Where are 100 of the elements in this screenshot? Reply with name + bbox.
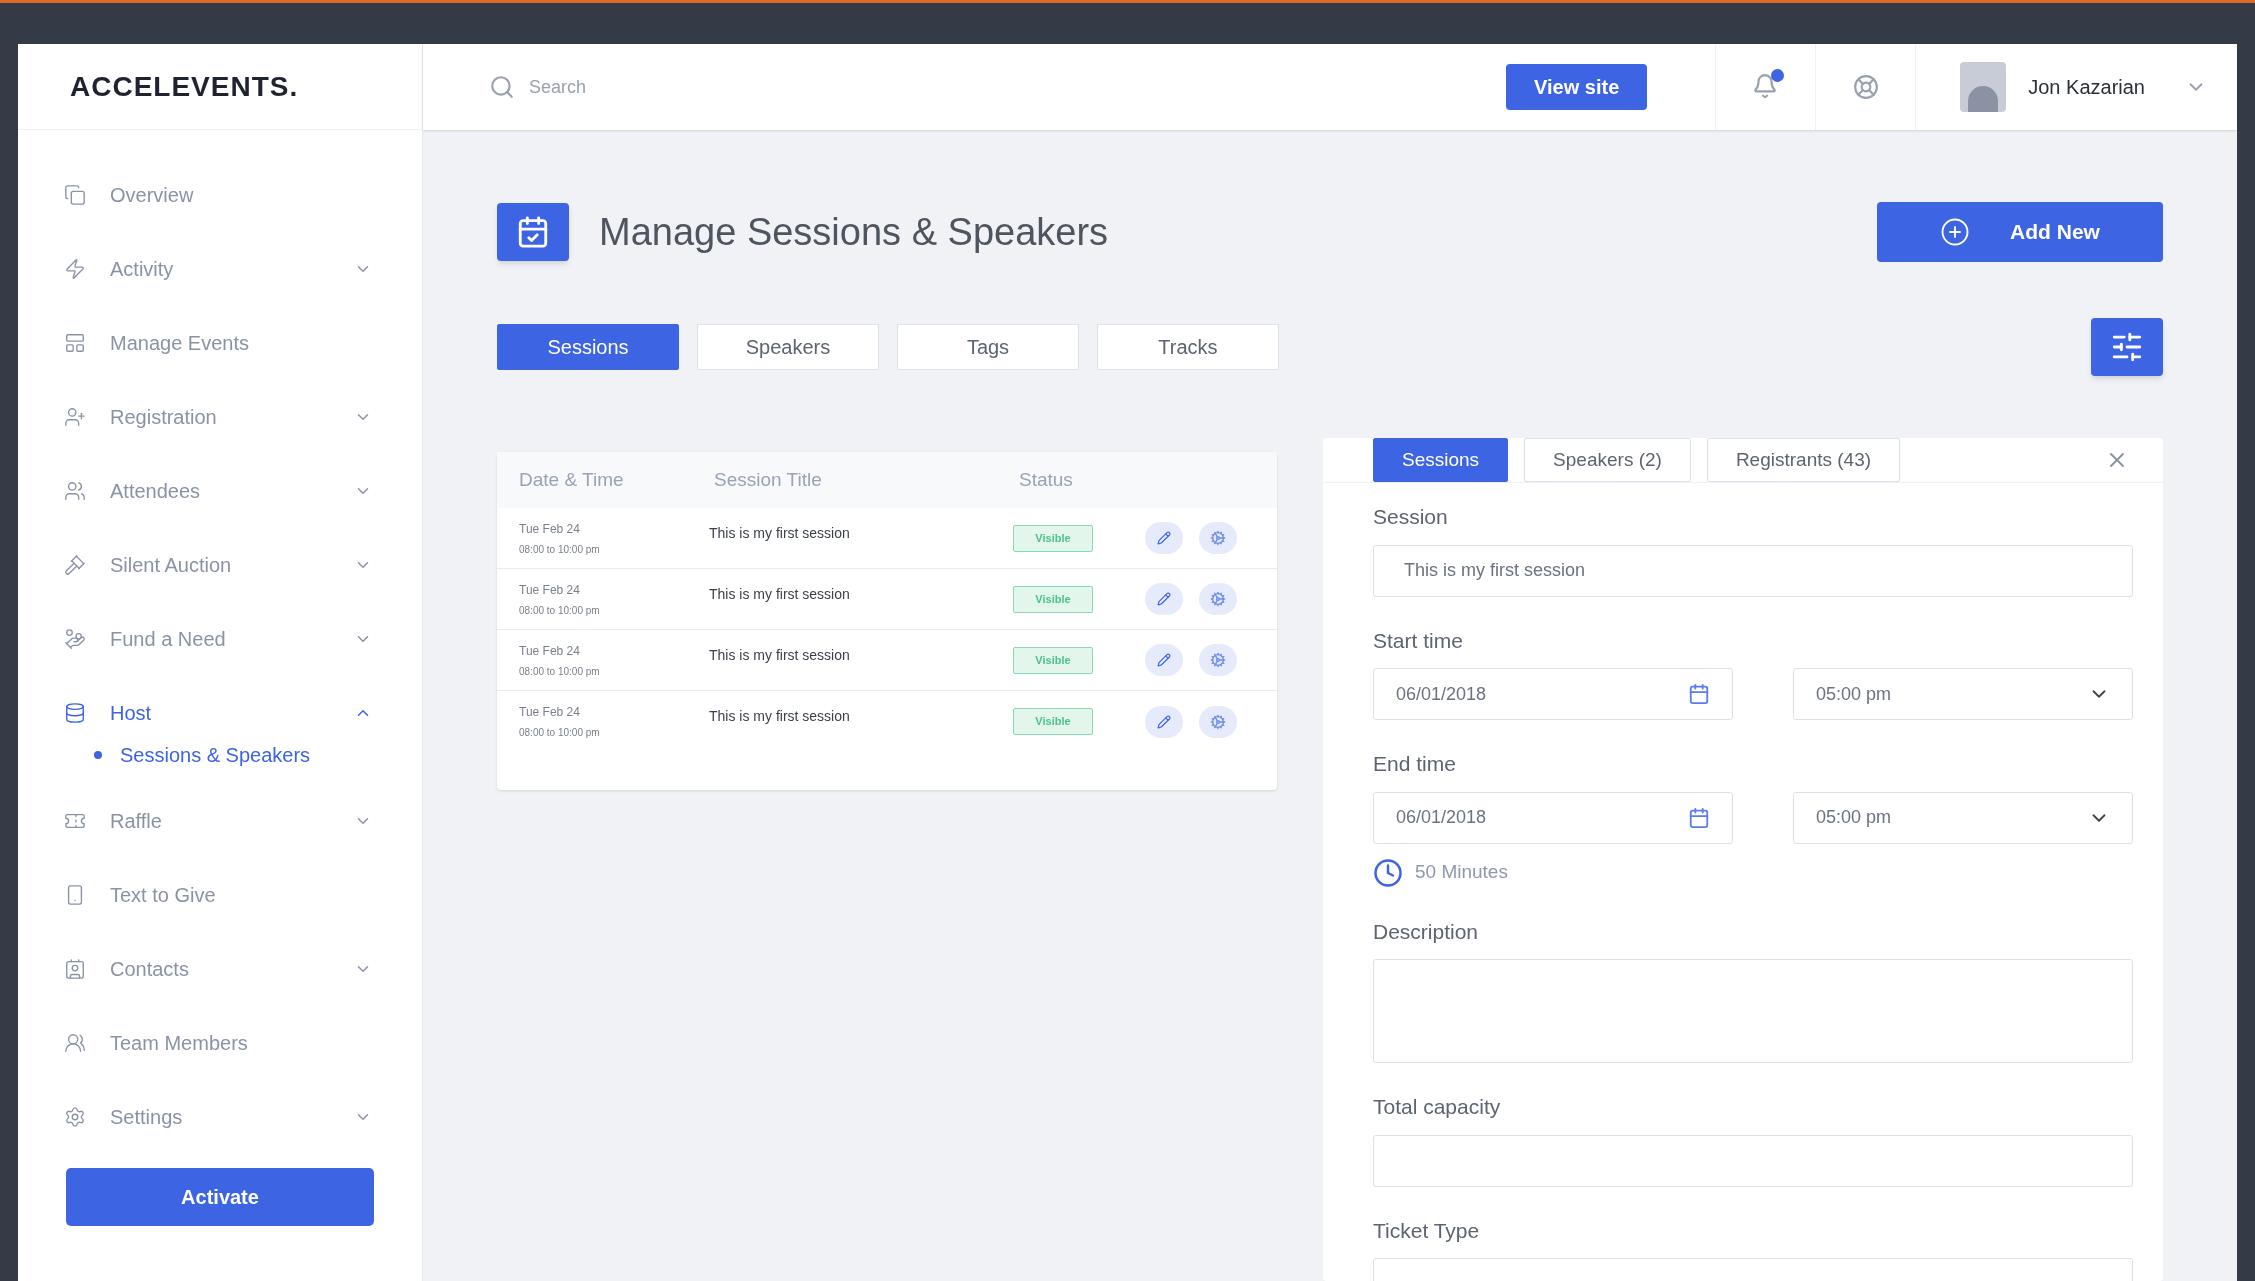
edit-button[interactable] [1145, 644, 1183, 676]
bullet-icon [94, 751, 102, 759]
sidebar-item[interactable]: Activity [18, 232, 422, 306]
edit-button[interactable] [1145, 522, 1183, 554]
calendar-icon [1688, 806, 1710, 829]
text-field[interactable]: This is my first session [1373, 544, 2133, 597]
session-date: Tue Feb 24 [519, 581, 581, 599]
gear-icon [1210, 713, 1226, 730]
tab[interactable]: Tags [897, 324, 1079, 370]
sidebar-item[interactable]: Contacts [18, 932, 422, 1006]
column-header: Session Title [714, 467, 823, 492]
field-label: Start time [1373, 627, 1464, 654]
help-icon[interactable] [1852, 74, 1879, 100]
avatar[interactable] [1960, 62, 2007, 112]
date-field[interactable]: 06/01/2018 [1373, 668, 1733, 720]
status-badge: Visible [1013, 646, 1093, 674]
menu-item-icon [64, 406, 86, 428]
menu-item-label: Team Members [110, 1031, 249, 1056]
menu-item-icon [64, 332, 86, 354]
session-time: 08:00 to 10:00 pm [519, 603, 601, 618]
session-date: Tue Feb 24 [519, 704, 581, 721]
time-dropdown[interactable]: 05:00 pm [1793, 668, 2133, 720]
pencil-icon [1157, 592, 1171, 606]
brand-logo[interactable]: ACCELEVENTS. [70, 65, 299, 108]
edit-button[interactable] [1145, 583, 1183, 615]
sidebar-item[interactable]: Team Members [18, 1006, 422, 1080]
menu-item-icon [64, 480, 86, 502]
pencil-icon [1157, 714, 1171, 729]
menu-item-icon [64, 628, 86, 650]
date-field[interactable]: 06/01/2018 [1373, 791, 1733, 844]
field-label: Ticket Type [1373, 1217, 1481, 1244]
session-time: 08:00 to 10:00 pm [519, 542, 601, 557]
sidebar-item[interactable]: Attendees [18, 454, 422, 528]
panel-tab[interactable]: Registrants (43) [1706, 438, 1901, 482]
settings-button[interactable] [1199, 522, 1237, 554]
textarea-field[interactable] [1373, 959, 2133, 1063]
field-label: Session [1373, 504, 1449, 530]
sidebar-item[interactable]: Settings [18, 1080, 422, 1154]
session-time: 08:00 to 10:00 pm [519, 664, 601, 679]
menu-item-icon [64, 1032, 86, 1054]
menu-item-icon [64, 1106, 86, 1128]
status-badge: Visible [1013, 708, 1093, 735]
gear-icon [1210, 530, 1226, 546]
sidebar-item[interactable]: Manage Events [18, 306, 422, 380]
menu-item-label: Fund a Need [110, 627, 227, 652]
add-new-button[interactable]: Add New [1877, 202, 2163, 262]
search-icon [489, 74, 515, 100]
menu-item-label: Manage Events [110, 331, 250, 356]
settings-button[interactable] [1199, 583, 1237, 615]
sidebar-item[interactable]: Text to Give [18, 858, 422, 932]
session-date: Tue Feb 24 [519, 520, 581, 538]
view-site-button[interactable]: View site [1506, 64, 1648, 110]
field-label: Total capacity [1373, 1094, 1502, 1120]
session-title: This is my first session [709, 645, 851, 665]
menu-item-label: Host [110, 701, 153, 726]
menu-item-label: Activity [110, 257, 175, 282]
menu-item-icon [64, 702, 86, 724]
sidebar-item[interactable]: Registration [18, 380, 422, 454]
gear-icon [1210, 652, 1226, 668]
tab[interactable]: Speakers [697, 324, 879, 370]
menu-item-label: Overview [110, 183, 195, 208]
menu-item-label: Registration [110, 405, 218, 430]
tab[interactable]: Sessions [497, 324, 679, 370]
session-title: This is my first session [709, 584, 851, 604]
menu-item-label: Attendees [110, 479, 202, 504]
menu-item-icon [64, 258, 86, 280]
menu-item-label: Text to Give [110, 883, 217, 908]
menu-item-icon [64, 958, 86, 980]
menu-item-label: Settings [110, 1105, 184, 1130]
field-label: Description [1373, 918, 1480, 945]
sidebar-item[interactable]: Fund a Need [18, 602, 422, 676]
session-title: This is my first session [709, 523, 851, 543]
settings-button[interactable] [1199, 705, 1237, 738]
activate-button[interactable]: Activate [66, 1168, 374, 1226]
pencil-icon [1157, 531, 1171, 545]
search-field[interactable]: Search [529, 73, 761, 101]
settings-button[interactable] [1199, 644, 1237, 676]
panel-tab[interactable]: Sessions [1373, 438, 1509, 482]
menu-item-icon [64, 184, 86, 206]
panel-tab[interactable]: Speakers (2) [1524, 438, 1691, 482]
page-title: Manage Sessions & Speakers [599, 209, 1110, 255]
duration-text: 50 Minutes [1415, 860, 1508, 885]
time-dropdown[interactable]: 05:00 pm [1793, 791, 2133, 844]
menu-item-icon [64, 554, 86, 576]
menu-item-label: Contacts [110, 957, 190, 982]
sliders-icon [2110, 330, 2144, 364]
tab[interactable]: Tracks [1097, 324, 1279, 370]
sidebar-item[interactable]: Raffle [18, 784, 422, 858]
menu-item-label: Raffle [110, 809, 163, 834]
submenu-item[interactable]: Sessions & Speakers [18, 740, 422, 770]
clock-icon [1373, 857, 1403, 888]
menu-item-label: Silent Auction [110, 553, 233, 578]
calendar-check-icon [497, 203, 569, 261]
sidebar-item[interactable]: Silent Auction [18, 528, 422, 602]
session-time: 08:00 to 10:00 pm [519, 726, 601, 740]
edit-button[interactable] [1145, 705, 1183, 738]
plus-circle-icon [1940, 217, 1971, 247]
filter-button[interactable] [2091, 318, 2163, 376]
sidebar-item[interactable]: Overview [18, 158, 422, 232]
text-field[interactable] [1373, 1134, 2133, 1187]
